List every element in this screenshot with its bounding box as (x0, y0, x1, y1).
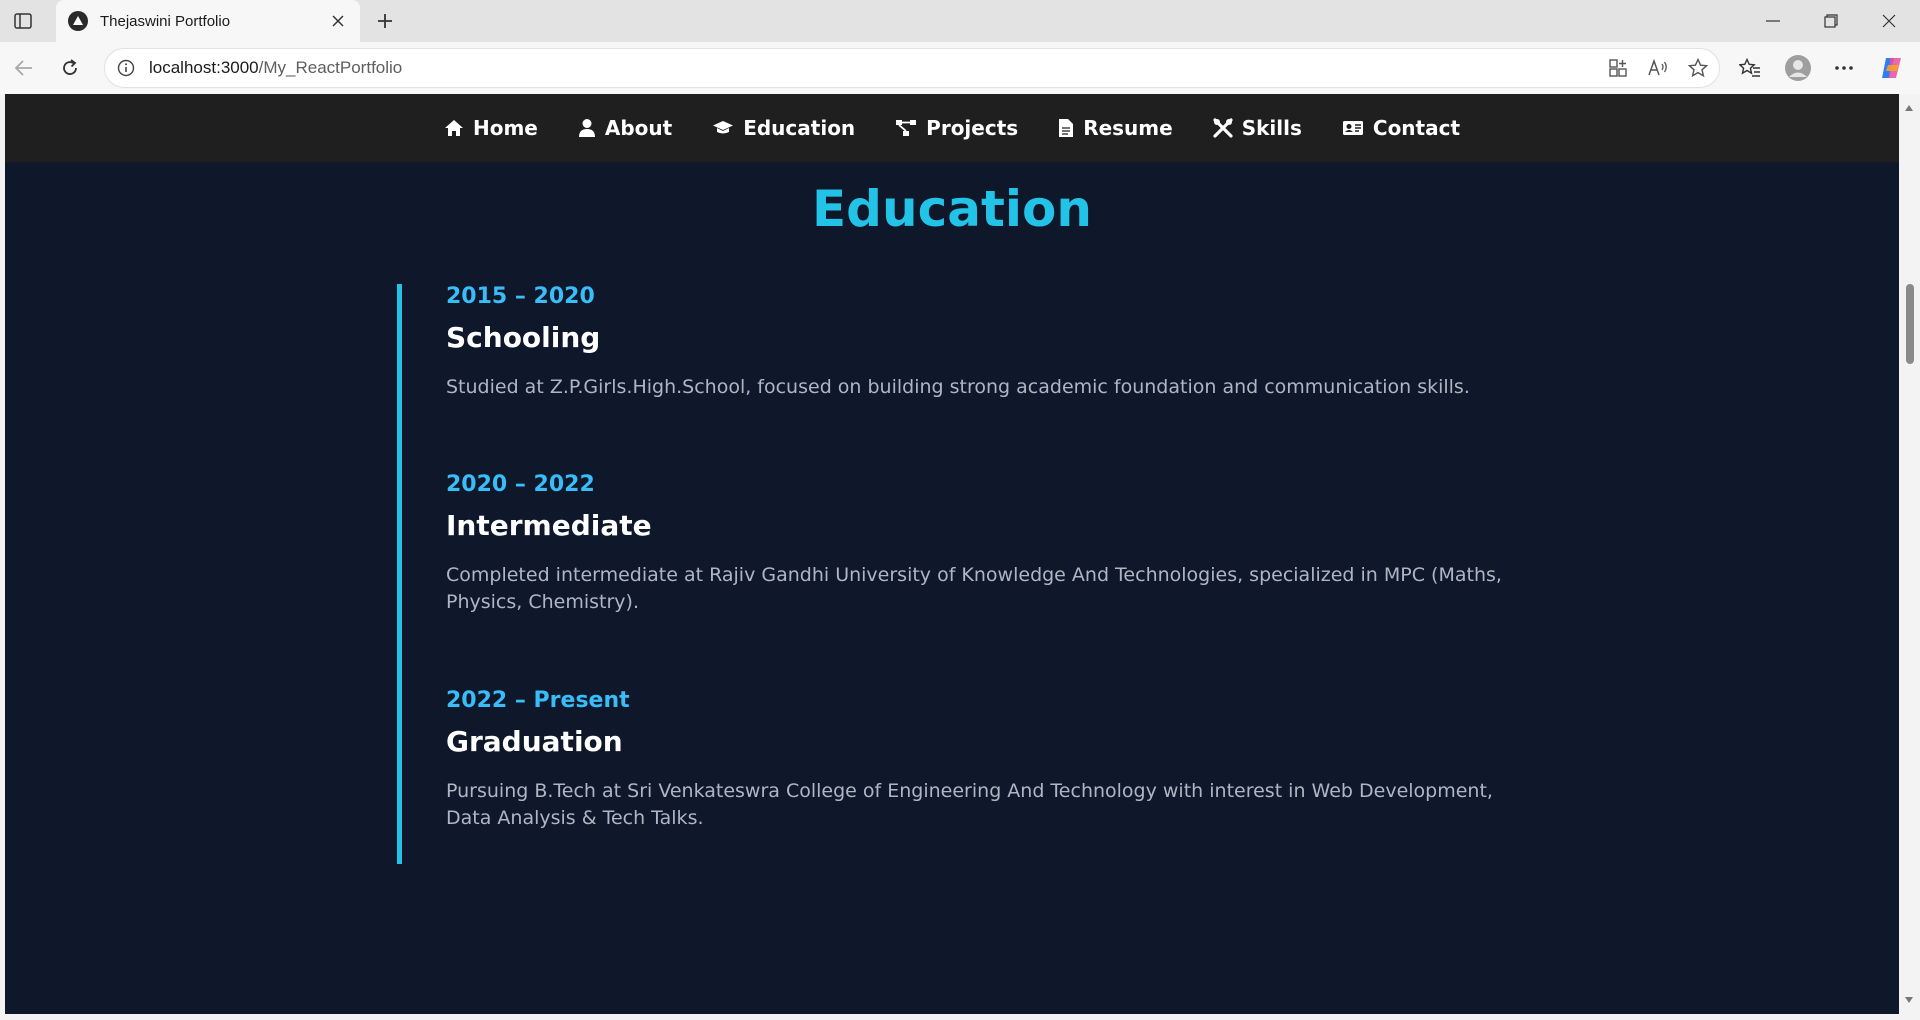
nav-link-education[interactable]: Education (712, 116, 855, 140)
nav-link-label: Education (743, 116, 856, 140)
tab-favicon-icon (68, 11, 88, 31)
browser-tab-bar: Thejaswini Portfolio (0, 0, 1920, 42)
app-available-icon[interactable] (1607, 57, 1629, 79)
entry-description: Completed intermediate at Rajiv Gandhi U… (446, 564, 1502, 613)
section-title: Education (812, 180, 1092, 238)
file-icon (1059, 119, 1074, 137)
site-navbar: Home About Education Projects Resume Ski… (5, 94, 1899, 162)
nav-link-label: Home (472, 116, 538, 140)
entry-description: Pursuing B.Tech at Sri Venkateswra Colle… (446, 780, 1493, 829)
entry-years: 2020 – 2022 (446, 472, 595, 497)
nav-link-label: About (604, 116, 673, 140)
graduation-cap-icon (713, 121, 734, 134)
scroll-down-arrow-icon[interactable] (1903, 994, 1915, 1006)
nav-link-skills[interactable]: Skills (1213, 116, 1302, 140)
back-icon[interactable] (10, 54, 38, 82)
nav-link-label: Skills (1241, 116, 1302, 140)
scrollbar-thumb[interactable] (1906, 284, 1914, 364)
site-info-icon[interactable] (115, 57, 137, 79)
address-card-icon (1342, 121, 1363, 135)
more-options-icon[interactable] (1830, 54, 1858, 82)
timeline-entry: 2020 – 2022 Intermediate Completed inter… (446, 472, 1506, 616)
project-diagram-icon (896, 120, 917, 136)
tab-title: Thejaswini Portfolio (100, 12, 231, 30)
page-scrollbar[interactable] (1899, 94, 1920, 1020)
tools-icon (1213, 118, 1233, 138)
timeline-entry: 2022 – Present Graduation Pursuing B.Tec… (446, 688, 1506, 832)
tab-actions-icon[interactable] (12, 10, 34, 32)
address-bar[interactable]: localhost:3000/My_ReactPortfolio (104, 48, 1720, 88)
nav-link-about[interactable]: About (578, 116, 672, 140)
entry-description: Studied at Z.P.Girls.High.School, focuse… (446, 376, 1470, 398)
nav-link-label: Projects (926, 116, 1019, 140)
browser-tab[interactable]: Thejaswini Portfolio (56, 0, 360, 42)
read-aloud-icon[interactable] (1647, 57, 1669, 79)
restore-icon[interactable] (1802, 0, 1860, 42)
nav-link-projects[interactable]: Projects (895, 116, 1018, 140)
favorite-star-icon[interactable] (1687, 57, 1709, 79)
tab-close-icon[interactable] (326, 9, 350, 33)
entry-years: 2015 – 2020 (446, 284, 595, 309)
education-timeline: 2015 – 2020 Schooling Studied at Z.P.Gir… (397, 284, 1527, 864)
reload-icon[interactable] (56, 54, 84, 82)
nav-link-resume[interactable]: Resume (1058, 116, 1173, 140)
nav-link-label: Contact (1372, 116, 1461, 140)
page-viewport: Home About Education Projects Resume Ski… (5, 94, 1899, 1014)
profile-avatar-icon[interactable] (1784, 54, 1812, 82)
entry-heading: Intermediate (446, 509, 652, 542)
new-tab-icon[interactable] (372, 8, 398, 34)
browser-toolbar: localhost:3000/My_ReactPortfolio (0, 42, 1920, 94)
home-icon (444, 120, 463, 136)
url-text: localhost:3000/My_ReactPortfolio (149, 58, 403, 77)
user-icon (578, 119, 595, 137)
entry-heading: Schooling (446, 321, 601, 354)
minimize-icon[interactable] (1744, 0, 1802, 42)
favorites-icon[interactable] (1736, 54, 1764, 82)
entry-years: 2022 – Present (446, 688, 630, 713)
copilot-icon[interactable] (1878, 54, 1906, 82)
nav-link-contact[interactable]: Contact (1342, 116, 1460, 140)
timeline-entry: 2015 – 2020 Schooling Studied at Z.P.Gir… (446, 284, 1506, 401)
scroll-up-arrow-icon[interactable] (1903, 102, 1915, 114)
nav-link-label: Resume (1083, 116, 1173, 140)
entry-heading: Graduation (446, 725, 623, 758)
close-window-icon[interactable] (1860, 0, 1918, 42)
nav-link-home[interactable]: Home (444, 116, 538, 140)
